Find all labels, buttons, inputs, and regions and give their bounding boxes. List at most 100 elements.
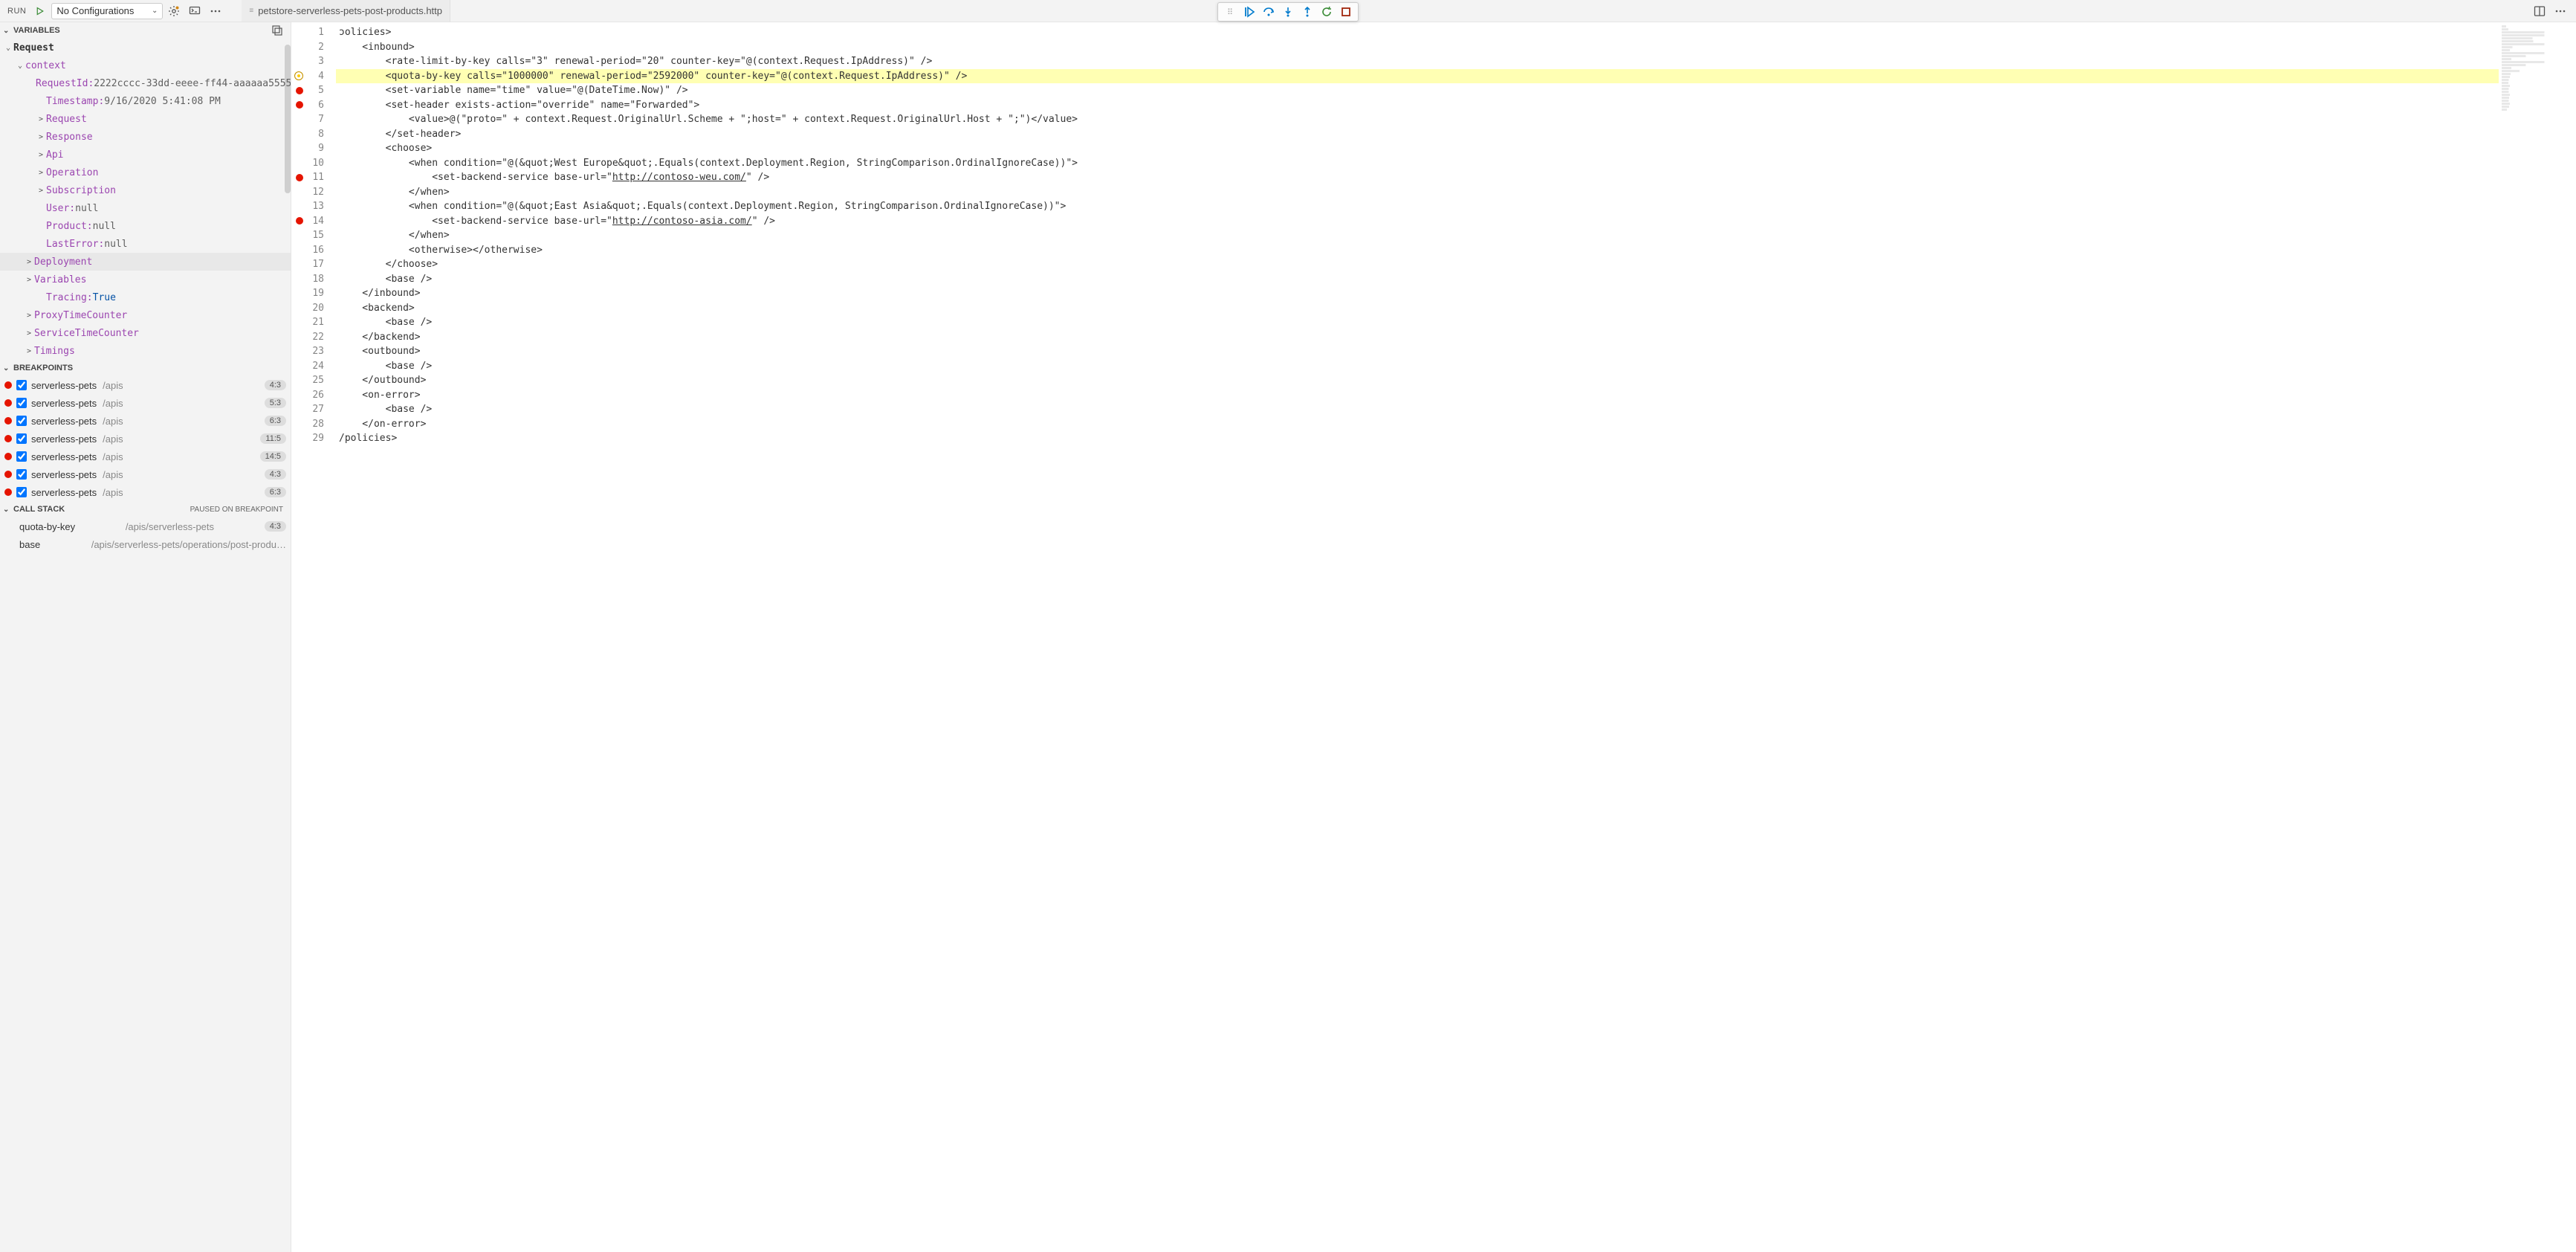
code-line[interactable]: <otherwise></otherwise> bbox=[336, 243, 2499, 258]
code-line[interactable]: <choose> bbox=[336, 141, 2499, 156]
breakpoint-checkbox[interactable] bbox=[16, 380, 27, 390]
breakpoint-checkbox[interactable] bbox=[16, 487, 27, 497]
code-line[interactable]: <set-backend-service base-url="http://co… bbox=[336, 214, 2499, 229]
code-line[interactable]: </choose> bbox=[336, 257, 2499, 272]
breakpoints-panel-header[interactable]: ⌄ BREAKPOINTS bbox=[0, 360, 291, 376]
code-line[interactable]: </outbound> bbox=[336, 373, 2499, 388]
gutter-line[interactable]: 25 bbox=[291, 373, 336, 388]
split-editor-icon[interactable] bbox=[2533, 4, 2546, 18]
gutter-line[interactable]: 27 bbox=[291, 402, 336, 417]
code-line[interactable]: <set-variable name="time" value="@(DateT… bbox=[336, 83, 2499, 98]
gutter-line[interactable]: 4 bbox=[291, 69, 336, 84]
code-line[interactable]: <inbound> bbox=[336, 40, 2499, 55]
gear-settings-icon[interactable] bbox=[167, 4, 181, 18]
code-line[interactable]: <backend> bbox=[336, 301, 2499, 316]
code-line[interactable]: </on-error> bbox=[336, 417, 2499, 432]
gutter-line[interactable]: 15 bbox=[291, 228, 336, 243]
url-link[interactable]: http://contoso-weu.com/ bbox=[612, 172, 746, 183]
code-line[interactable]: <outbound> bbox=[336, 344, 2499, 359]
gutter-line[interactable]: 17 bbox=[291, 257, 336, 272]
gutter-line[interactable]: 8 bbox=[291, 127, 336, 142]
code-line[interactable]: <base /> bbox=[336, 402, 2499, 417]
breakpoint-checkbox[interactable] bbox=[16, 416, 27, 426]
breakpoint-checkbox[interactable] bbox=[16, 433, 27, 444]
gutter-line[interactable]: 13 bbox=[291, 199, 336, 214]
callstack-row[interactable]: quota-by-key/apis/serverless-pets4:3 bbox=[0, 517, 291, 535]
variable-row[interactable]: >Response bbox=[0, 128, 291, 146]
gutter-line[interactable]: 26 bbox=[291, 388, 336, 403]
gutter-line[interactable]: 3 bbox=[291, 54, 336, 69]
breakpoint-checkbox[interactable] bbox=[16, 398, 27, 408]
grip-icon[interactable]: ⠿ bbox=[1221, 4, 1239, 20]
breakpoint-row[interactable]: serverless-pets/apis14:5 bbox=[0, 448, 291, 465]
scrollbar-thumb[interactable] bbox=[285, 45, 291, 193]
code-line[interactable]: <set-backend-service base-url="http://co… bbox=[336, 170, 2499, 185]
variable-row[interactable]: User: null bbox=[0, 199, 291, 217]
variable-scope-row[interactable]: ⌄ Request bbox=[0, 39, 291, 57]
variable-row[interactable]: >Operation bbox=[0, 164, 291, 181]
gutter-line[interactable]: 29 bbox=[291, 431, 336, 446]
variable-row[interactable]: >Api bbox=[0, 146, 291, 164]
code-line[interactable]: </inbound> bbox=[336, 286, 2499, 301]
breakpoint-row[interactable]: serverless-pets/apis6:3 bbox=[0, 412, 291, 430]
step-out-button[interactable] bbox=[1298, 4, 1316, 20]
restart-button[interactable] bbox=[1318, 4, 1336, 20]
breakpoint-checkbox[interactable] bbox=[16, 451, 27, 462]
gutter-line[interactable]: 21 bbox=[291, 315, 336, 330]
variable-row[interactable]: >ServiceTimeCounter bbox=[0, 324, 291, 342]
gutter-line[interactable]: 6 bbox=[291, 98, 336, 113]
breakpoint-row[interactable]: serverless-pets/apis6:3 bbox=[0, 483, 291, 501]
continue-button[interactable] bbox=[1240, 4, 1258, 20]
gutter-line[interactable]: 19 bbox=[291, 286, 336, 301]
code-line[interactable]: <rate-limit-by-key calls="3" renewal-per… bbox=[336, 54, 2499, 69]
gutter-line[interactable]: 5 bbox=[291, 83, 336, 98]
code-line[interactable]: </when> bbox=[336, 185, 2499, 200]
start-debug-button[interactable] bbox=[33, 3, 47, 19]
code-line[interactable]: </backend> bbox=[336, 330, 2499, 345]
variable-row[interactable]: >Variables bbox=[0, 271, 291, 288]
editor-content[interactable]: ɔolicies> <inbound> <rate-limit-by-key c… bbox=[336, 22, 2499, 1252]
code-line[interactable]: <set-header exists-action="override" nam… bbox=[336, 98, 2499, 113]
debug-floating-toolbar[interactable]: ⠿ bbox=[1217, 2, 1359, 22]
variable-row[interactable]: Tracing: True bbox=[0, 288, 291, 306]
debug-console-icon[interactable] bbox=[188, 4, 201, 18]
variable-row[interactable]: >Timings bbox=[0, 342, 291, 360]
code-line[interactable]: <on-error> bbox=[336, 388, 2499, 403]
breakpoint-row[interactable]: serverless-pets/apis4:3 bbox=[0, 465, 291, 483]
code-line[interactable]: </when> bbox=[336, 228, 2499, 243]
breakpoint-row[interactable]: serverless-pets/apis5:3 bbox=[0, 394, 291, 412]
debug-config-dropdown[interactable]: No Configurations ⌄ bbox=[51, 3, 163, 19]
variable-row[interactable]: >Deployment bbox=[0, 253, 291, 271]
collapse-all-icon[interactable] bbox=[271, 25, 288, 36]
gutter-line[interactable]: 7 bbox=[291, 112, 336, 127]
more-icon[interactable] bbox=[209, 4, 222, 18]
gutter-line[interactable]: 20 bbox=[291, 301, 336, 316]
code-line[interactable]: </set-header> bbox=[336, 127, 2499, 142]
gutter-line[interactable]: 24 bbox=[291, 359, 336, 374]
variable-row[interactable]: Product: null bbox=[0, 217, 291, 235]
code-line[interactable]: <value>@("proto=" + context.Request.Orig… bbox=[336, 112, 2499, 127]
code-line[interactable]: <base /> bbox=[336, 315, 2499, 330]
code-line[interactable]: <when condition="@(&quot;West Europe&quo… bbox=[336, 156, 2499, 171]
code-line[interactable]: ɔolicies> bbox=[336, 25, 2499, 40]
variable-row[interactable]: Timestamp: 9/16/2020 5:41:08 PM bbox=[0, 92, 291, 110]
editor-tab[interactable]: ≡ petstore-serverless-pets-post-products… bbox=[242, 0, 450, 22]
gutter-line[interactable]: 1 bbox=[291, 25, 336, 40]
gutter-line[interactable]: 23 bbox=[291, 344, 336, 359]
gutter-line[interactable]: 16 bbox=[291, 243, 336, 258]
gutter-line[interactable]: 14 bbox=[291, 214, 336, 229]
gutter-line[interactable]: 9 bbox=[291, 141, 336, 156]
gutter-line[interactable]: 28 bbox=[291, 417, 336, 432]
variable-row[interactable]: ⌄ context bbox=[0, 57, 291, 74]
variable-row[interactable]: LastError: null bbox=[0, 235, 291, 253]
code-line[interactable]: <quota-by-key calls="1000000" renewal-pe… bbox=[336, 69, 2499, 84]
gutter-line[interactable]: 10 bbox=[291, 156, 336, 171]
step-over-button[interactable] bbox=[1260, 4, 1278, 20]
code-line[interactable]: /policies> bbox=[336, 431, 2499, 446]
breakpoint-row[interactable]: serverless-pets/apis11:5 bbox=[0, 430, 291, 448]
variable-row[interactable]: >ProxyTimeCounter bbox=[0, 306, 291, 324]
breakpoint-checkbox[interactable] bbox=[16, 469, 27, 480]
gutter-line[interactable]: 12 bbox=[291, 185, 336, 200]
code-line[interactable]: <when condition="@(&quot;East Asia&quot;… bbox=[336, 199, 2499, 214]
breakpoint-row[interactable]: serverless-pets/apis4:3 bbox=[0, 376, 291, 394]
